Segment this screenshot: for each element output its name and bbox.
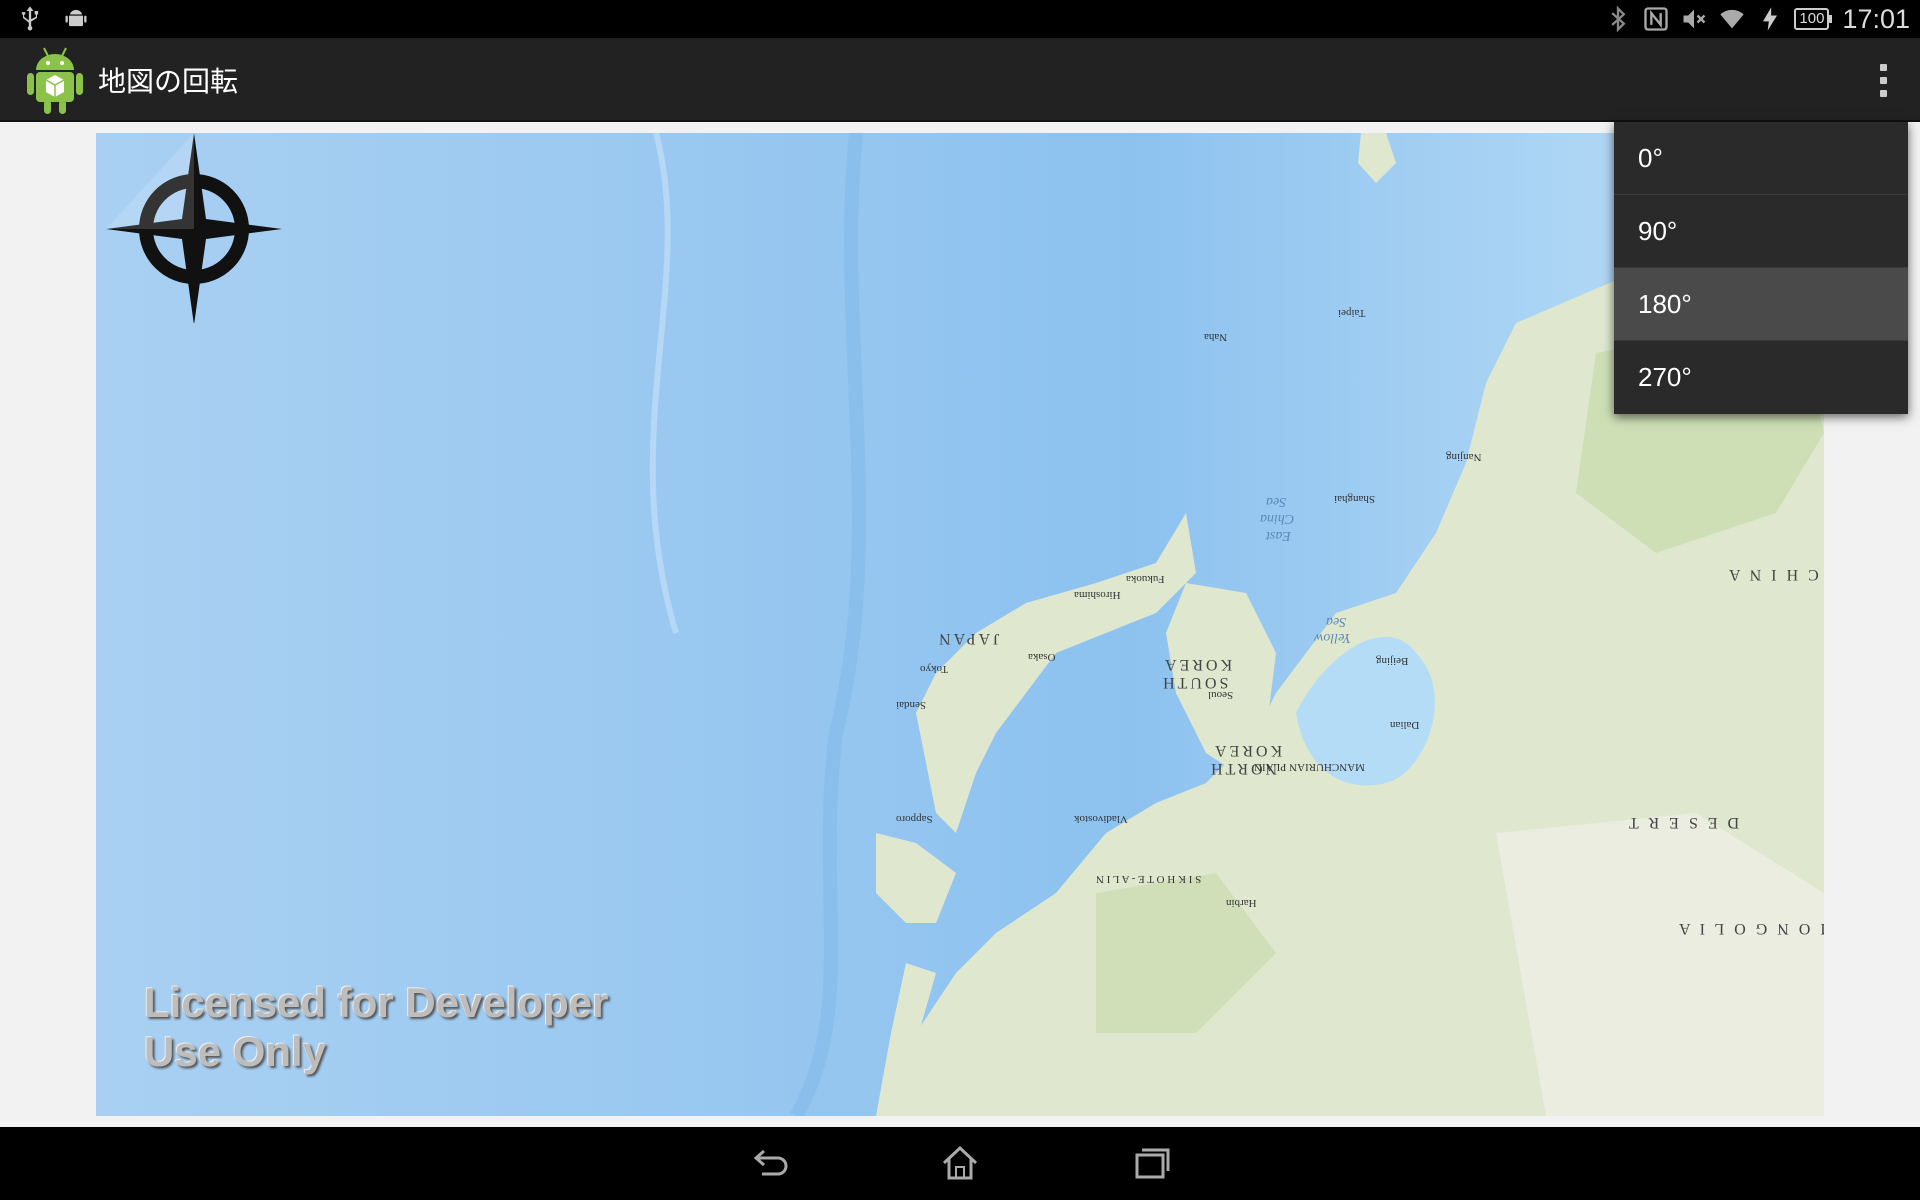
map-label: Taipei (1338, 307, 1366, 319)
map-label: C H I N A (1726, 566, 1819, 583)
overflow-menu-icon[interactable] (1868, 58, 1898, 102)
watermark-line: Use Only (144, 1028, 327, 1075)
map-label: Seoul (1208, 689, 1234, 701)
map-label: Beijing (1376, 655, 1409, 667)
map-label: Sea (1266, 494, 1287, 509)
clock: 17:01 (1842, 3, 1910, 34)
android-debug-icon (62, 4, 90, 32)
back-icon[interactable] (750, 1143, 790, 1183)
map-label: East (1266, 528, 1291, 543)
license-watermark: Licensed for Developer Use Only (144, 978, 608, 1076)
menu-item-270deg[interactable]: 270° (1614, 341, 1908, 414)
map-label: KOREA (1162, 656, 1233, 673)
map-label: D E S E R T (1626, 814, 1740, 831)
compass-icon (102, 133, 282, 325)
map-label: JAPAN (936, 630, 1000, 647)
map-label: KOREA (1212, 742, 1283, 759)
android-app-icon[interactable] (24, 44, 86, 116)
map-label: Fukuoka (1126, 573, 1165, 585)
map-view[interactable]: JAPAN SOUTH KOREA NORTH KOREA Sea China … (96, 133, 1824, 1116)
navigation-bar (0, 1127, 1920, 1200)
menu-item-0deg[interactable]: 0° (1614, 122, 1908, 195)
home-icon[interactable] (940, 1143, 980, 1183)
map-label: Sendai (896, 699, 926, 711)
nfc-icon (1642, 5, 1670, 33)
map-label: China (1260, 511, 1295, 526)
map-label: Hiroshima (1074, 589, 1121, 601)
rotation-menu: 0° 90° 180° 270° (1614, 122, 1908, 414)
recent-apps-icon[interactable] (1132, 1143, 1172, 1183)
map-label: Dalian (1390, 719, 1420, 731)
volume-muted-icon (1680, 5, 1708, 33)
map-label: Nanjing (1446, 451, 1482, 463)
app-title: 地図の回転 (98, 65, 239, 98)
map-label: Naha (1204, 331, 1228, 343)
basemap (96, 133, 1824, 1116)
map-label: M O N G O L I A (1676, 920, 1824, 937)
menu-item-90deg[interactable]: 90° (1614, 195, 1908, 268)
usb-icon (16, 4, 44, 32)
map-label: Sapporo (896, 813, 933, 825)
map-label: Harbin (1226, 897, 1257, 909)
map-label: MANCHURIAN PLAIN (1254, 761, 1365, 773)
battery-level: 100 (1794, 8, 1830, 30)
watermark-line: Licensed for Developer (144, 979, 609, 1026)
charging-icon (1756, 5, 1784, 33)
map-label: Osaka (1028, 651, 1056, 663)
map-label: Yellow (1314, 630, 1351, 645)
map-label: Sea (1326, 614, 1347, 629)
map-label: S I K H O T E - A L I N (1096, 873, 1202, 885)
map-label: Tokyo (920, 663, 948, 675)
bluetooth-icon (1604, 5, 1632, 33)
wifi-icon (1718, 5, 1746, 33)
status-bar: 100 17:01 (0, 0, 1920, 38)
map-label: Vladivostok (1074, 813, 1128, 825)
battery-indicator: 100 (1794, 8, 1833, 30)
map-label: Shanghai (1334, 493, 1375, 505)
action-bar: 地図の回転 (0, 38, 1920, 122)
menu-item-180deg[interactable]: 180° (1614, 268, 1908, 341)
